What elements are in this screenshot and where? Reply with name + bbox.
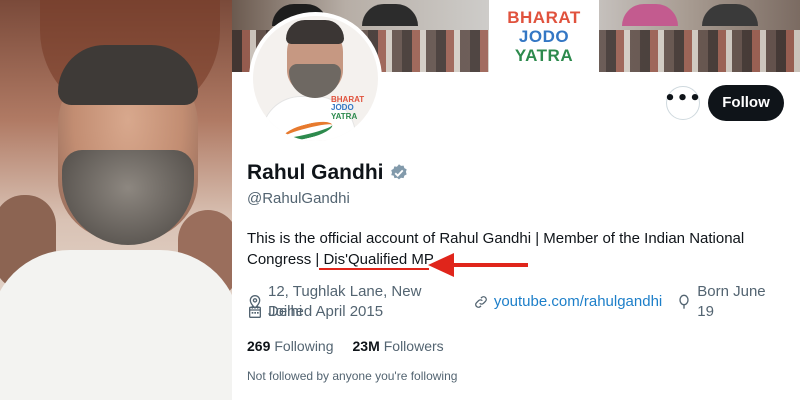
- more-dots-icon: •••: [664, 88, 702, 109]
- following-stat[interactable]: 269 Following: [247, 336, 334, 356]
- banner-sign-line1: BHARAT: [507, 7, 581, 27]
- name-row: Rahul Gandhi: [247, 160, 409, 185]
- followers-count: 23M: [352, 338, 380, 354]
- display-name: Rahul Gandhi: [247, 161, 384, 184]
- annotation-underline: [319, 268, 429, 270]
- link-icon: [474, 296, 487, 308]
- avatar-logo-line3: YATRA: [331, 111, 358, 121]
- banner-sign-line3: YATRA: [514, 45, 574, 65]
- joined-item: Joined April 2015: [247, 302, 383, 322]
- profile-meta-row-2: Joined April 2015: [247, 302, 397, 322]
- left-photo: [0, 0, 232, 400]
- user-handle: @RahulGandhi: [247, 190, 350, 207]
- follow-button[interactable]: Follow: [708, 85, 784, 121]
- avatar[interactable]: BHARAT JODO YATRA: [249, 12, 382, 145]
- joined-text: Joined April 2015: [268, 303, 384, 320]
- followers-label: Followers: [383, 338, 444, 354]
- website-item[interactable]: youtube.com/rahulgandhi: [473, 292, 662, 312]
- birthday-text: Born June 19: [697, 283, 766, 320]
- more-options-button[interactable]: •••: [664, 86, 702, 120]
- following-count: 269: [247, 338, 271, 354]
- balloon-icon: [679, 294, 689, 309]
- follow-stats: 269 Following 23M Followers: [247, 336, 463, 356]
- followers-stat[interactable]: 23M Followers: [353, 336, 444, 356]
- avatar-logo: BHARAT JODO YATRA: [331, 95, 367, 121]
- birthday-item: Born June 19: [676, 282, 786, 322]
- bio-highlight: Dis'Qualified MP: [323, 251, 434, 268]
- banner-sign: BHARAT JODO YATRA: [489, 0, 599, 72]
- not-followed-note: Not followed by anyone you're following: [247, 369, 458, 383]
- website-link[interactable]: youtube.com/rahulgandhi: [494, 292, 662, 312]
- banner-sign-line2: JODO: [518, 26, 570, 46]
- annotation-arrow-icon: [428, 253, 528, 277]
- calendar-icon: [249, 306, 261, 318]
- following-label: Following: [274, 338, 334, 354]
- verified-badge-icon[interactable]: [389, 163, 409, 183]
